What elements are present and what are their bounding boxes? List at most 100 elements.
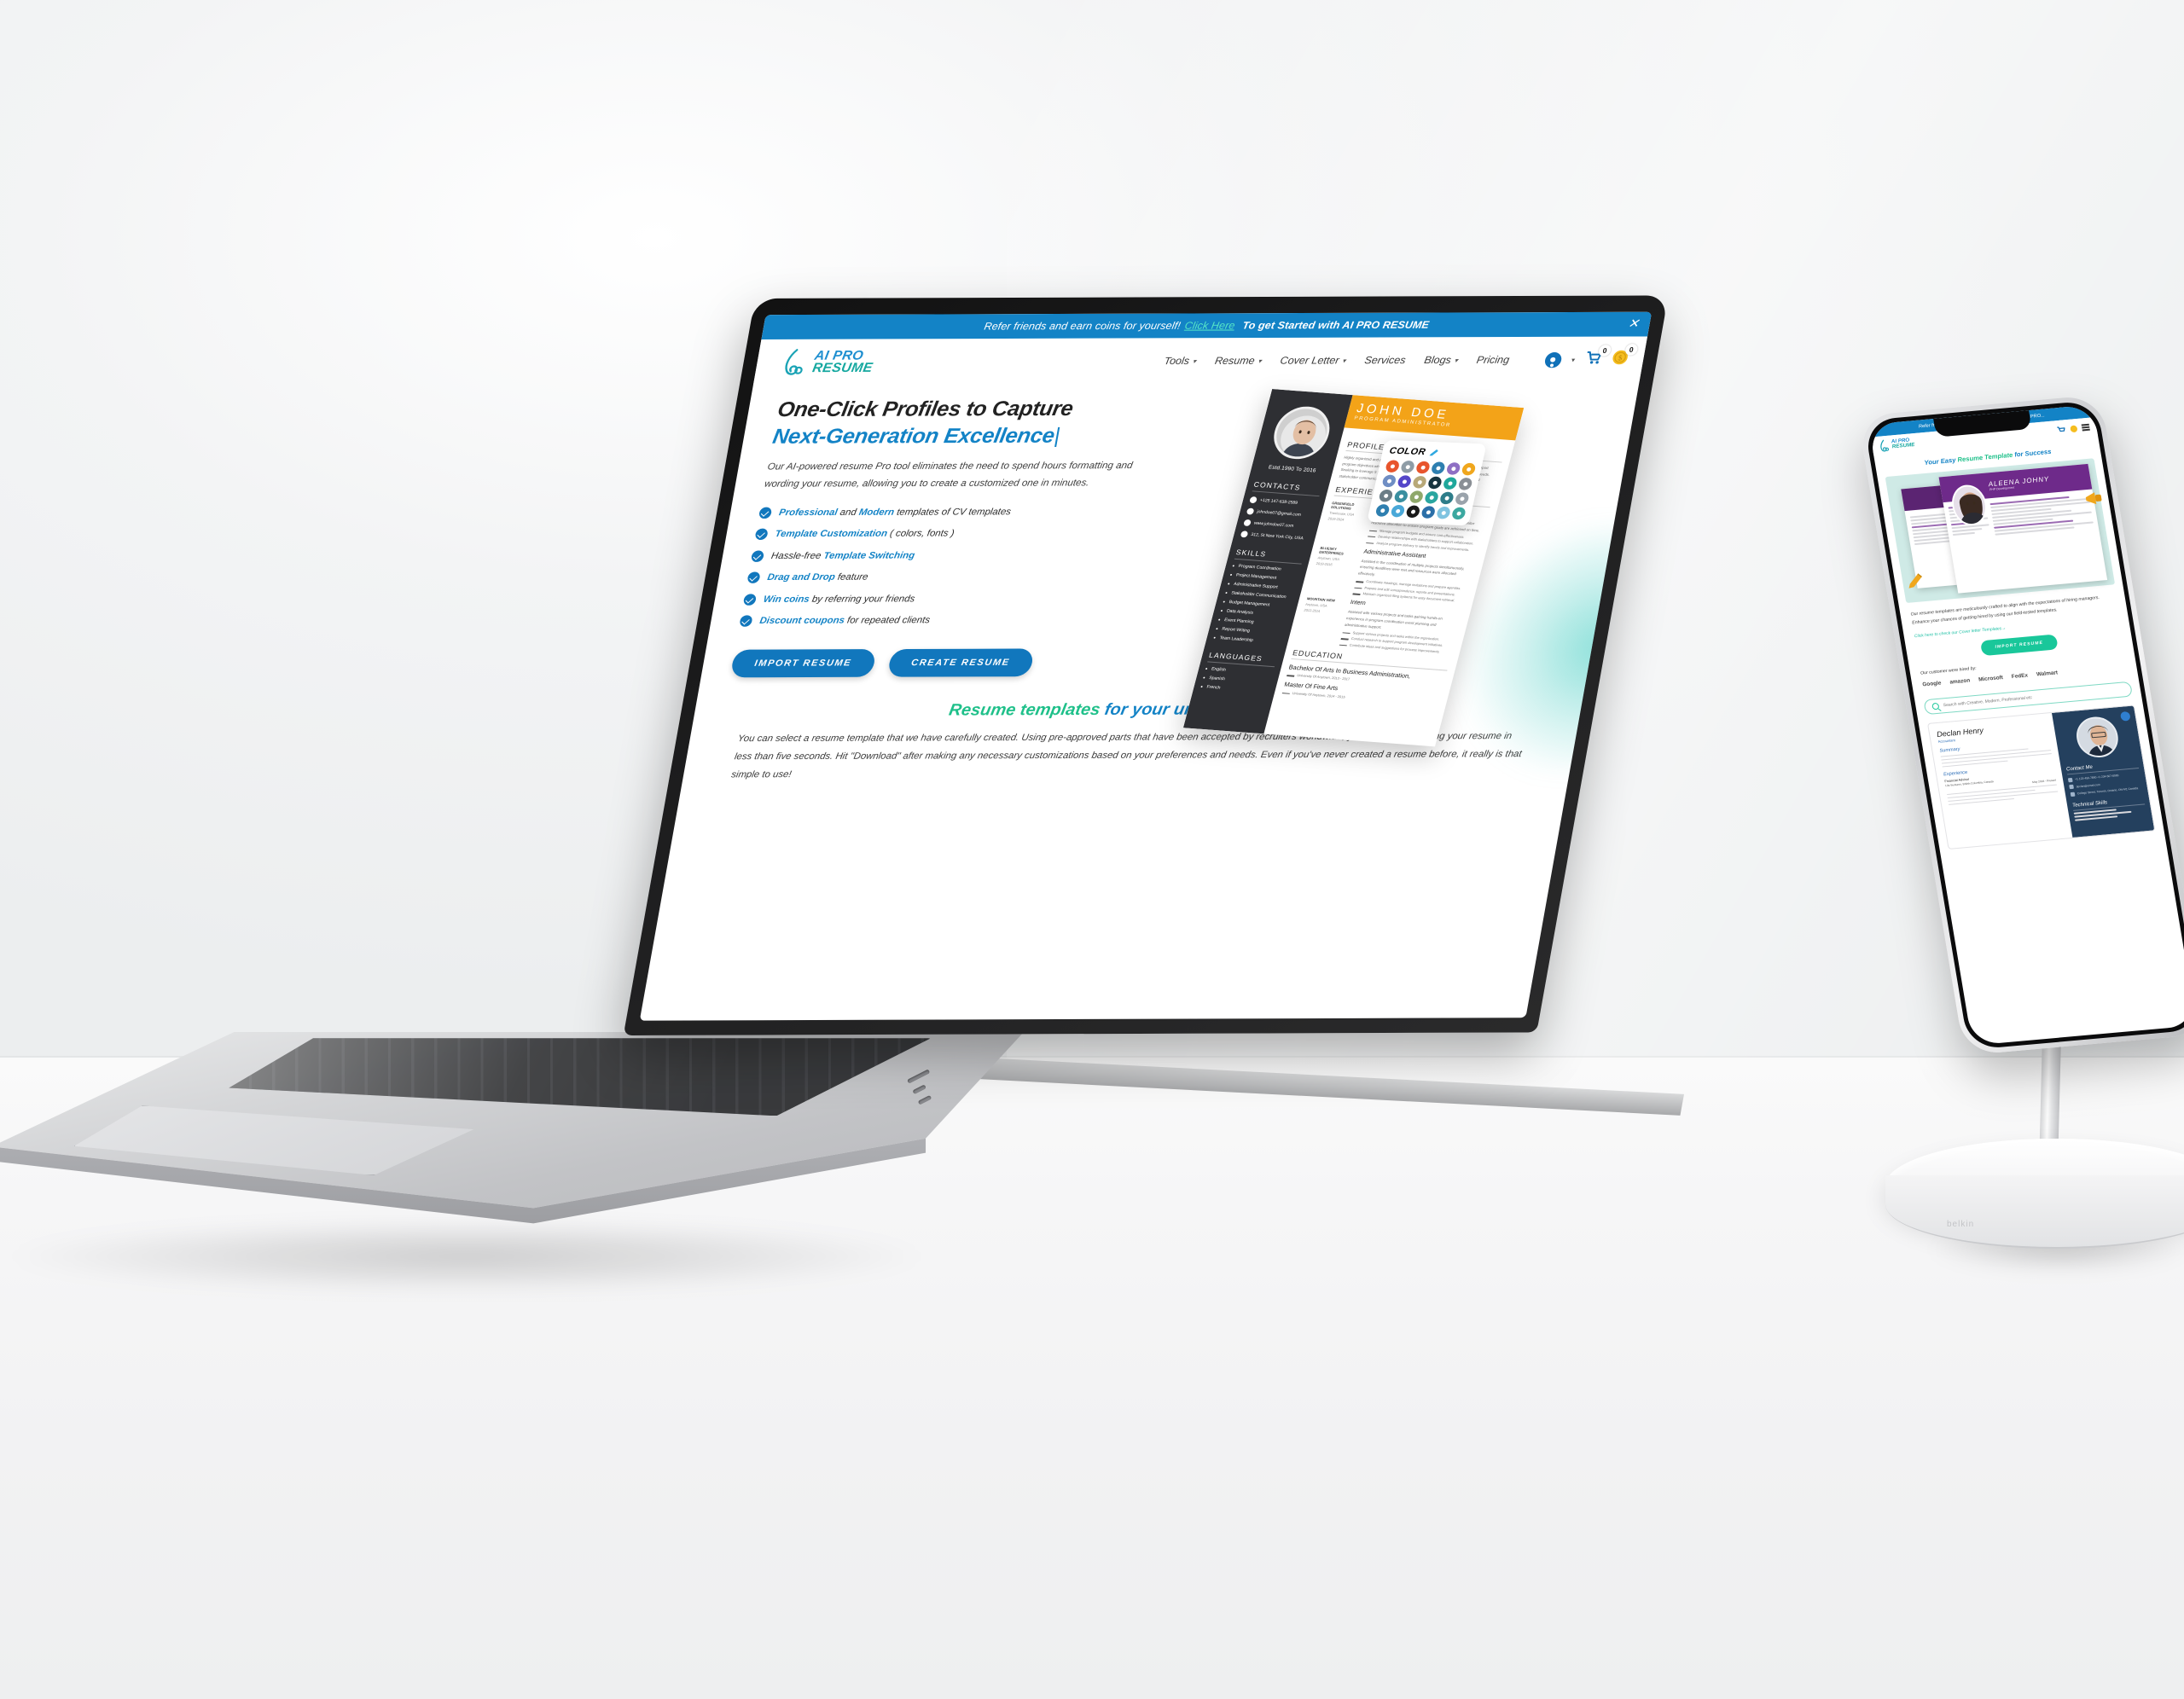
chevron-down-icon: ▾ bbox=[1341, 357, 1347, 364]
cover-letter-link[interactable]: Cover letter Templates bbox=[1959, 626, 2002, 635]
coin-icon[interactable] bbox=[2070, 425, 2078, 433]
site-logo[interactable]: AI PRO RESUME bbox=[781, 348, 876, 376]
color-swatch-11[interactable] bbox=[1457, 477, 1473, 490]
color-swatch-17[interactable] bbox=[1454, 492, 1470, 506]
color-swatch-19[interactable] bbox=[1390, 504, 1406, 518]
nav-item-pricing[interactable]: Pricing bbox=[1476, 354, 1511, 366]
close-icon[interactable]: ✕ bbox=[1624, 316, 1642, 331]
hero-left-column: One-Click Profiles to Capture Next-Gener… bbox=[729, 395, 1224, 678]
phone-title-part1: Your Easy bbox=[1923, 455, 1959, 467]
feature-rest: feature bbox=[834, 571, 869, 583]
color-swatch-1[interactable] bbox=[1400, 460, 1416, 473]
feature-rest: templates of CV templates bbox=[893, 507, 1012, 518]
templates-section: Resume templates for your unique career … bbox=[682, 675, 1587, 785]
phone-icon bbox=[1249, 496, 1258, 504]
color-swatch-14[interactable] bbox=[1409, 490, 1425, 504]
color-swatch-16[interactable] bbox=[1438, 491, 1455, 505]
color-swatch-7[interactable] bbox=[1397, 475, 1413, 489]
nav-item-blogs[interactable]: Blogs ▾ bbox=[1423, 354, 1459, 366]
templates-heading-green: Resume templates bbox=[947, 700, 1102, 720]
laptop-lid: Refer friends and earn coins for yoursel… bbox=[623, 295, 1669, 1035]
coins-button[interactable]: $ 0 bbox=[1610, 344, 1639, 369]
declan-left: Declan Henry Accountant Summary Experien… bbox=[1928, 713, 2072, 849]
promo-text-1: Refer friends and earn coins for yoursel… bbox=[983, 320, 1182, 333]
nav-items: Tools ▾ Resume ▾ Cover Letter ▾ Services… bbox=[1163, 344, 1639, 371]
arrow-right-icon: → bbox=[2001, 625, 2007, 632]
color-swatch-12[interactable] bbox=[1378, 489, 1394, 502]
feature-rest: by referring your friends bbox=[808, 594, 916, 605]
color-swatch-23[interactable] bbox=[1450, 507, 1467, 520]
color-swatch-10[interactable] bbox=[1442, 477, 1458, 490]
color-swatch-3[interactable] bbox=[1430, 461, 1446, 475]
cart-icon[interactable] bbox=[2057, 426, 2066, 434]
experience-company: BLUESKY ENTERPRISES bbox=[1318, 545, 1345, 556]
color-swatch-6[interactable] bbox=[1381, 474, 1397, 488]
user-account-icon[interactable] bbox=[1543, 351, 1563, 368]
cart-button[interactable]: 0 bbox=[1583, 345, 1612, 368]
globe-icon bbox=[1243, 519, 1252, 527]
color-swatch-0[interactable] bbox=[1385, 460, 1401, 473]
color-picker-panel[interactable]: COLOR bbox=[1367, 439, 1487, 526]
brand-fedex: FedEx bbox=[2011, 672, 2029, 681]
chevron-down-icon[interactable]: ▾ bbox=[1571, 356, 1576, 363]
verified-badge-icon bbox=[2119, 711, 2131, 722]
color-swatch-4[interactable] bbox=[1445, 461, 1461, 475]
hamburger-menu-icon[interactable] bbox=[2081, 424, 2090, 431]
create-resume-button[interactable]: CREATE RESUME bbox=[886, 648, 1035, 677]
brand-google: Google bbox=[1921, 680, 1943, 688]
phone-logo[interactable]: AI PRO RESUME bbox=[1878, 437, 1915, 452]
search-input[interactable] bbox=[1943, 687, 2125, 709]
location-pin-icon bbox=[1240, 531, 1249, 538]
experience-entry: MOUNTAIN VIEW Anytown, USA 2012-2014 Int… bbox=[1295, 597, 1463, 655]
phone-nav-icons bbox=[2057, 423, 2090, 433]
chevron-down-icon: ▾ bbox=[1454, 356, 1459, 364]
color-swatch-15[interactable] bbox=[1424, 490, 1440, 504]
skill-item: Event Planning bbox=[1217, 618, 1286, 628]
feature-bold-2: Modern bbox=[857, 507, 896, 518]
nav-item-resume[interactable]: Resume ▾ bbox=[1214, 355, 1263, 367]
portrait-image bbox=[1269, 407, 1336, 461]
skill-item: Program Coordination bbox=[1232, 564, 1300, 574]
check-icon bbox=[750, 549, 765, 562]
experience-dates: 2019-2016 bbox=[1316, 560, 1333, 567]
laptop-device: Refer friends and earn coins for yoursel… bbox=[0, 281, 1685, 1416]
promo-click-here-link[interactable]: Click Here bbox=[1184, 320, 1236, 332]
chevron-down-icon: ▾ bbox=[1192, 357, 1197, 365]
color-swatch-8[interactable] bbox=[1412, 475, 1428, 489]
color-swatch-2[interactable] bbox=[1414, 461, 1431, 474]
declan-resume-card[interactable]: Declan Henry Accountant Summary Experien… bbox=[1927, 705, 2156, 850]
nav-label: Pricing bbox=[1475, 354, 1511, 366]
color-swatch-22[interactable] bbox=[1435, 506, 1452, 519]
pencil-edit-icon[interactable] bbox=[1904, 571, 1926, 591]
phone-and-stand: belkin Refer friends and earn coins... T… bbox=[1672, 367, 2184, 1433]
phone-icon bbox=[2067, 777, 2073, 783]
nav-item-tools[interactable]: Tools ▾ bbox=[1163, 355, 1197, 367]
feature-bold-1: Discount coupons bbox=[758, 615, 845, 626]
brand-amazon: amazon bbox=[1949, 677, 1971, 686]
experience-meta: GREENFIELD SOLUTIONS Trenhouse, USA 2019… bbox=[1322, 501, 1372, 543]
site-navbar: AI PRO RESUME Tools ▾ Resume ▾ Cover Let… bbox=[752, 336, 1648, 386]
feature-bold-1: Professional bbox=[778, 507, 839, 518]
skill-item: Stakeholder Communication bbox=[1225, 590, 1293, 600]
contact-row: johndoe07@gmail.com bbox=[1246, 507, 1316, 519]
avatar bbox=[1268, 404, 1336, 461]
color-swatch-5[interactable] bbox=[1461, 462, 1477, 476]
logo-mark-icon bbox=[1880, 439, 1890, 452]
promo-banner: Refer friends and earn coins for yoursel… bbox=[761, 311, 1653, 339]
nav-item-cover-letter[interactable]: Cover Letter ▾ bbox=[1280, 355, 1347, 367]
template-thumb-main[interactable]: ALEENA JOHNY PHP Development bbox=[1938, 463, 2108, 594]
promo-text-2: To get Started with AI PRO RESUME bbox=[1241, 319, 1431, 332]
feature-rest: for repeated clients bbox=[843, 615, 932, 626]
color-swatch-9[interactable] bbox=[1426, 476, 1443, 490]
color-swatch-20[interactable] bbox=[1405, 505, 1421, 519]
logo-text-line1: AI PRO bbox=[813, 348, 865, 363]
placeholder-line bbox=[1952, 528, 1983, 533]
color-swatch-13[interactable] bbox=[1393, 490, 1409, 503]
import-resume-button[interactable]: IMPORT RESUME bbox=[729, 649, 877, 678]
color-swatch-18[interactable] bbox=[1374, 503, 1391, 517]
color-swatch-21[interactable] bbox=[1420, 506, 1437, 519]
resume-contacts-heading: CONTACTS bbox=[1252, 479, 1322, 497]
hero-feature-list: Professional and Modern templates of CV … bbox=[739, 505, 1204, 627]
nav-item-services[interactable]: Services bbox=[1363, 355, 1406, 367]
phone-import-resume-button[interactable]: IMPORT RESUME bbox=[1980, 634, 2059, 657]
